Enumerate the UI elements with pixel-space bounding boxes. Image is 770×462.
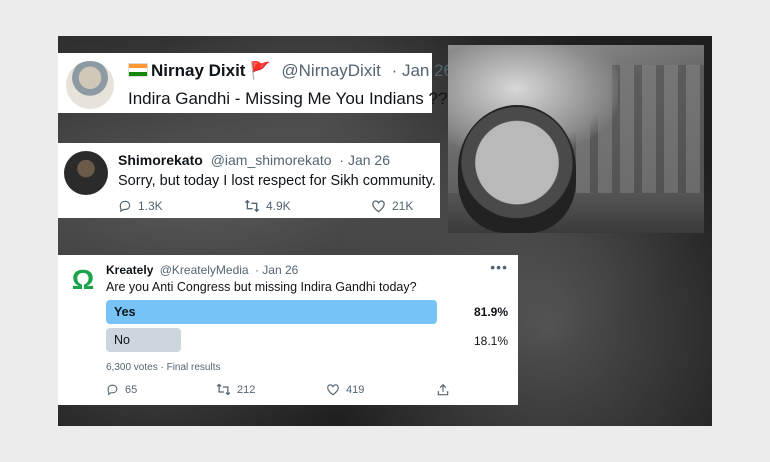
timestamp[interactable]: · Jan 26 <box>255 263 298 277</box>
poll-option-label: No <box>114 333 130 347</box>
retweet-icon <box>244 199 260 213</box>
poll-results-summary: 6,300 votes · Final results <box>106 362 221 373</box>
timestamp[interactable]: · Jan 26 <box>339 152 390 168</box>
portrait <box>458 105 576 233</box>
reply-icon <box>119 200 131 213</box>
retweet-icon <box>216 383 231 396</box>
red-flag-icon: 🚩 <box>249 61 271 80</box>
display-name[interactable]: Shimorekato <box>118 152 203 168</box>
reply-button[interactable]: 1.3K <box>118 199 163 213</box>
retweet-button[interactable]: 4.9K <box>244 199 291 213</box>
like-button[interactable]: 419 <box>326 383 364 396</box>
share-icon <box>437 383 449 396</box>
tweet-shimorekato[interactable]: Shimorekato @iam_shimorekato · Jan 26 So… <box>58 143 440 218</box>
avatar[interactable] <box>66 61 114 109</box>
share-button[interactable] <box>436 383 450 397</box>
avatar[interactable] <box>64 151 108 195</box>
like-count: 419 <box>346 383 365 396</box>
display-name[interactable]: Kreately <box>106 263 153 277</box>
like-button[interactable]: 21K <box>371 199 413 213</box>
tweet-kreately-poll[interactable]: Ω Kreately @KreatelyMedia · Jan 26 ••• A… <box>58 255 518 405</box>
poll-percent-yes: 81.9% <box>473 305 508 319</box>
tweet-nirnay[interactable]: Nirnay Dixit 🚩 @NirnayDixit · Jan 26 Indi… <box>58 53 453 113</box>
indira-gandhi-photo <box>448 45 704 233</box>
display-name[interactable]: Nirnay Dixit <box>151 61 245 80</box>
poll-question: Are you Anti Congress but missing Indira… <box>106 280 417 294</box>
heart-icon <box>327 384 339 396</box>
handle[interactable]: @iam_shimorekato <box>211 152 332 168</box>
tweet-text: Sorry, but today I lost respect for Sikh… <box>118 173 436 189</box>
handle[interactable]: @NirnayDixit <box>281 61 380 80</box>
tweet-header: Nirnay Dixit 🚩 @NirnayDixit · Jan 26 <box>128 61 453 81</box>
reply-icon <box>107 384 118 396</box>
poll-option-no: No <box>106 328 181 352</box>
tweet-header: Shimorekato @iam_shimorekato · Jan 26 <box>118 152 390 168</box>
kreately-logo-icon[interactable]: Ω <box>68 265 98 295</box>
reply-button[interactable]: 65 <box>106 383 137 396</box>
more-options-icon[interactable]: ••• <box>490 259 508 275</box>
heart-icon <box>372 200 385 213</box>
like-count: 21K <box>392 199 414 213</box>
handle[interactable]: @KreatelyMedia <box>160 263 249 277</box>
retweet-count: 4.9K <box>266 199 291 213</box>
retweet-count: 212 <box>237 383 256 396</box>
timestamp[interactable]: · Jan 26 <box>392 61 453 80</box>
reply-count: 1.3K <box>138 199 163 213</box>
poll-option-label: Yes <box>114 305 136 319</box>
tweet-text: Indira Gandhi - Missing Me You Indians ?… <box>128 89 448 108</box>
reply-count: 65 <box>125 383 138 396</box>
poll-percent-no: 18.1% <box>473 334 508 348</box>
tweet-header: Kreately @KreatelyMedia · Jan 26 <box>106 263 298 277</box>
poll-option-yes: Yes <box>106 300 437 324</box>
india-flag-icon <box>128 63 148 77</box>
retweet-button[interactable]: 212 <box>216 383 255 396</box>
